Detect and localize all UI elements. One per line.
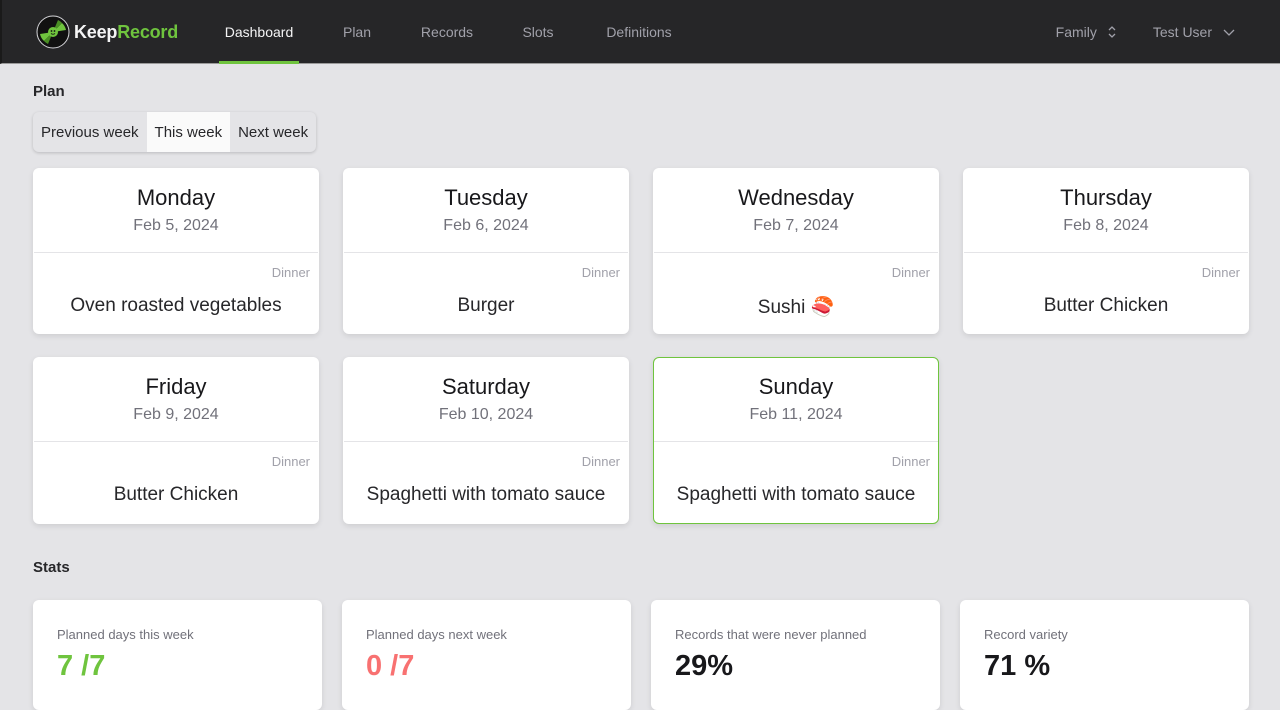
planned-meal: Oven roasted vegetables xyxy=(70,295,282,316)
nav-tab-plan[interactable]: Plan xyxy=(339,0,375,64)
vinyl-record-icon xyxy=(36,15,70,49)
stat-value: 0 /7 xyxy=(366,650,415,682)
planned-meal: Spaghetti with tomato sauce xyxy=(676,484,916,505)
brand-name: KeepRecord xyxy=(74,22,178,43)
day-date: Feb 11, 2024 xyxy=(749,406,843,423)
stat-card-planned-next-week: Planned days next week 0 /7 xyxy=(342,600,631,710)
day-slot[interactable]: Dinner Butter Chicken xyxy=(964,253,1248,333)
day-date: Feb 7, 2024 xyxy=(753,217,839,234)
plan-section-title: Plan xyxy=(33,83,65,100)
nav-tab-records[interactable]: Records xyxy=(419,0,475,64)
stat-label: Records that were never planned xyxy=(675,627,867,642)
next-week-button[interactable]: Next week xyxy=(230,112,316,152)
slot-label: Dinner xyxy=(271,265,310,280)
day-card-friday[interactable]: Friday Feb 9, 2024 Dinner Butter Chicken xyxy=(33,357,319,524)
planned-meal: Spaghetti with tomato sauce xyxy=(366,484,606,505)
slot-label: Dinner xyxy=(891,265,930,280)
brand-name-keep: Keep xyxy=(74,21,118,42)
day-card-thursday[interactable]: Thursday Feb 8, 2024 Dinner Butter Chick… xyxy=(963,168,1249,334)
main-nav: Dashboard Plan Records Slots Definitions xyxy=(219,0,675,64)
nav-tab-definitions[interactable]: Definitions xyxy=(603,0,675,64)
day-name: Tuesday xyxy=(444,185,528,210)
day-card-saturday[interactable]: Saturday Feb 10, 2024 Dinner Spaghetti w… xyxy=(343,357,629,524)
day-date: Feb 9, 2024 xyxy=(133,406,219,423)
stat-label: Record variety xyxy=(984,627,1068,642)
brand-logo[interactable]: KeepRecord xyxy=(36,15,178,49)
nav-tab-slots[interactable]: Slots xyxy=(521,0,555,64)
day-card-header: Sunday Feb 11, 2024 xyxy=(654,358,938,442)
group-selector-label: Family xyxy=(1055,24,1097,40)
day-card-header: Tuesday Feb 6, 2024 xyxy=(344,169,628,253)
header-menus: Family Test User xyxy=(1056,0,1236,64)
day-card-tuesday[interactable]: Tuesday Feb 6, 2024 Dinner Burger xyxy=(343,168,629,334)
day-name: Saturday xyxy=(441,374,531,399)
nav-tab-dashboard[interactable]: Dashboard xyxy=(219,0,299,64)
stat-label: Planned days this week xyxy=(57,627,194,642)
stat-value: 71 % xyxy=(984,650,1051,682)
day-card-header: Saturday Feb 10, 2024 xyxy=(344,358,628,442)
day-name: Sunday xyxy=(758,374,834,399)
day-date: Feb 6, 2024 xyxy=(443,217,529,234)
day-date: Feb 10, 2024 xyxy=(438,406,534,423)
stat-card-never-planned: Records that were never planned 29% xyxy=(651,600,940,710)
day-slot[interactable]: Dinner Oven roasted vegetables xyxy=(34,253,318,333)
this-week-button[interactable]: This week xyxy=(146,112,231,152)
slot-label: Dinner xyxy=(271,454,310,469)
day-card-monday[interactable]: Monday Feb 5, 2024 Dinner Oven roasted v… xyxy=(33,168,319,334)
planned-meal: Burger xyxy=(457,295,515,316)
slot-label: Dinner xyxy=(581,265,620,280)
day-date: Feb 5, 2024 xyxy=(133,217,219,234)
stat-card-planned-this-week: Planned days this week 7 /7 xyxy=(33,600,322,710)
stat-value: 29% xyxy=(675,650,734,682)
day-card-sunday-today[interactable]: Sunday Feb 11, 2024 Dinner Spaghetti wit… xyxy=(653,357,939,524)
day-date: Feb 8, 2024 xyxy=(1063,217,1149,234)
day-name: Friday xyxy=(145,374,207,399)
user-menu[interactable]: Test User xyxy=(1153,24,1236,40)
stat-value: 7 /7 xyxy=(57,650,106,682)
stat-label: Planned days next week xyxy=(366,627,507,642)
user-menu-label: Test User xyxy=(1152,24,1212,40)
day-card-header: Thursday Feb 8, 2024 xyxy=(964,169,1248,253)
day-slot[interactable]: Dinner Burger xyxy=(344,253,628,333)
brand-name-record: Record xyxy=(117,21,179,42)
day-name: Wednesday xyxy=(738,185,854,210)
day-slot[interactable]: Dinner Spaghetti with tomato sauce xyxy=(344,442,628,522)
slot-label: Dinner xyxy=(1201,265,1240,280)
top-navigation-bar: KeepRecord Dashboard Plan Records Slots … xyxy=(0,0,1280,64)
day-name: Monday xyxy=(136,185,216,210)
day-slot[interactable]: Dinner Butter Chicken xyxy=(34,442,318,522)
stat-card-record-variety: Record variety 71 % xyxy=(960,600,1249,710)
group-selector[interactable]: Family xyxy=(1056,24,1117,40)
stats-section-title: Stats xyxy=(33,559,70,576)
day-card-header: Wednesday Feb 7, 2024 xyxy=(654,169,938,253)
slot-label: Dinner xyxy=(581,454,620,469)
day-slot[interactable]: Dinner Sushi 🍣 xyxy=(654,253,938,333)
week-selector: Previous week This week Next week xyxy=(33,112,317,152)
chevron-down-icon xyxy=(1223,29,1235,36)
planned-meal: Sushi 🍣 xyxy=(757,297,835,318)
day-card-wednesday[interactable]: Wednesday Feb 7, 2024 Dinner Sushi 🍣 xyxy=(653,168,939,334)
day-slot[interactable]: Dinner Spaghetti with tomato sauce xyxy=(654,442,938,522)
day-name: Thursday xyxy=(1060,185,1152,210)
chevron-up-down-icon xyxy=(1108,26,1116,38)
day-card-header: Monday Feb 5, 2024 xyxy=(34,169,318,253)
slot-label: Dinner xyxy=(891,454,930,469)
previous-week-button[interactable]: Previous week xyxy=(33,112,147,152)
planned-meal: Butter Chicken xyxy=(1043,295,1169,316)
day-card-header: Friday Feb 9, 2024 xyxy=(34,358,318,442)
planned-meal: Butter Chicken xyxy=(113,484,239,505)
